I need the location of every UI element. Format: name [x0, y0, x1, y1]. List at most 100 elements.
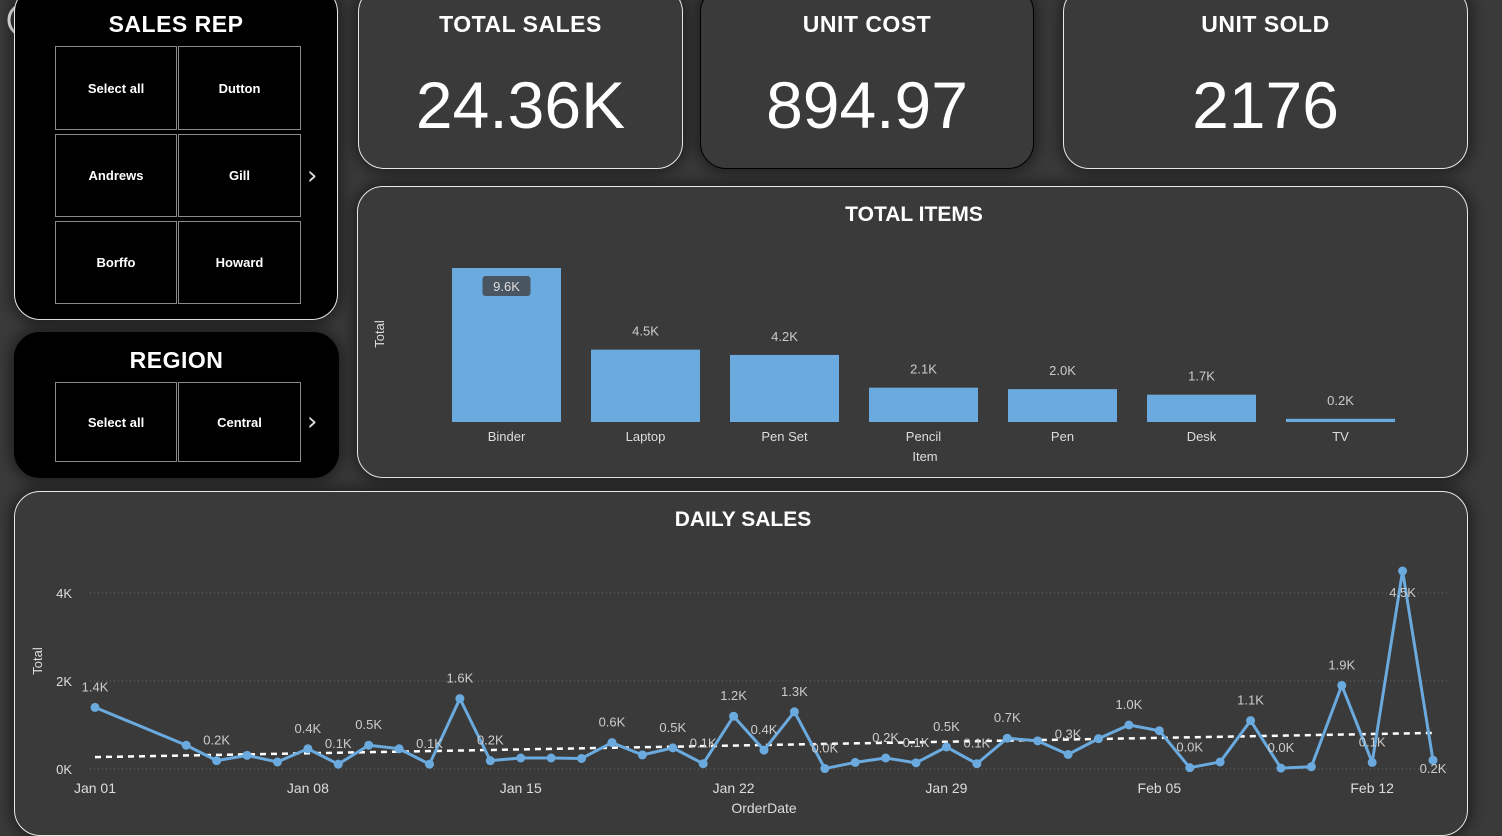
category-label: Pencil — [906, 429, 942, 444]
x-axis-label: OrderDate — [731, 800, 797, 816]
x-tick-label: Jan 15 — [500, 780, 542, 796]
kpi-unit-sold: UNIT SOLD 2176 — [1063, 0, 1468, 169]
data-label: 1.9K — [1328, 657, 1355, 672]
data-point — [1337, 680, 1347, 690]
x-tick-label: Jan 29 — [925, 780, 967, 796]
data-label: 0.3K — [1055, 726, 1082, 741]
data-point — [698, 759, 708, 769]
kpi-label: UNIT SOLD — [1201, 11, 1330, 37]
data-label: 0.2K — [1327, 393, 1354, 408]
data-label: 0.4K — [294, 721, 321, 736]
region-option-select-all[interactable]: Select all — [55, 382, 177, 462]
data-point — [911, 758, 921, 768]
data-point — [1246, 716, 1256, 726]
data-label: 4.5K — [632, 324, 659, 339]
y-axis-label: Total — [372, 320, 387, 348]
data-point — [1002, 733, 1012, 743]
chart-title: TOTAL ITEMS — [845, 203, 983, 226]
kpi-value: 2176 — [1192, 68, 1339, 142]
category-label: Pen Set — [761, 429, 808, 444]
bar — [591, 349, 700, 422]
data-point — [1063, 749, 1073, 759]
data-label: 2.1K — [910, 362, 937, 377]
x-tick-label: Jan 01 — [74, 780, 116, 796]
data-label: 0.2K — [872, 730, 899, 745]
data-label: 0.2K — [1420, 761, 1447, 776]
sales-rep-option-andrews[interactable]: Andrews — [55, 134, 177, 217]
bar — [869, 387, 978, 422]
data-point — [881, 753, 891, 763]
sales-rep-option-gill[interactable]: Gill — [178, 134, 301, 217]
y-axis-label: Total — [30, 647, 45, 675]
data-point — [1033, 736, 1043, 746]
sales-rep-slicer: SALES REP Select all Dutton Andrews Gill… — [14, 0, 338, 320]
region-title: REGION — [129, 347, 224, 373]
data-point — [607, 738, 617, 748]
data-label: 0.1K — [416, 736, 443, 751]
data-label: 0.1K — [690, 736, 717, 751]
category-label: TV — [1332, 429, 1349, 444]
data-label: 0.6K — [599, 715, 626, 730]
data-label: 0.1K — [325, 736, 352, 751]
chevron-right-icon[interactable]: › — [307, 407, 317, 437]
region-slicer: REGION Select all Central › — [14, 332, 339, 478]
sales-rep-option-howard[interactable]: Howard — [178, 221, 301, 304]
data-point — [303, 744, 313, 754]
data-label: 0.0K — [811, 741, 838, 756]
category-label: Binder — [488, 429, 526, 444]
x-tick-label: Feb 12 — [1350, 780, 1394, 796]
data-label: 0.7K — [994, 710, 1021, 725]
data-label: 0.2K — [203, 733, 230, 748]
data-point — [90, 702, 100, 712]
daily-sales-card: DAILY SALES Total OrderDate 0K 2K 4K Jan 01… — [14, 491, 1468, 836]
data-point — [1306, 762, 1316, 772]
data-label: 0.1K — [963, 736, 990, 751]
kpi-unit-cost: UNIT COST 894.97 — [700, 0, 1034, 169]
kpi-value: 894.97 — [766, 68, 968, 142]
chevron-right-icon[interactable]: › — [307, 161, 317, 191]
data-label: 2.0K — [1049, 363, 1076, 378]
data-point — [729, 711, 739, 721]
data-label: 0.1K — [1359, 734, 1386, 749]
data-label: 0.5K — [933, 719, 960, 734]
data-label: 0.5K — [659, 720, 686, 735]
data-label: 1.4K — [82, 679, 109, 694]
data-point — [242, 750, 252, 760]
data-point — [1215, 757, 1225, 767]
data-label: 0.4K — [751, 722, 778, 737]
kpi-total-sales: TOTAL SALES 24.36K — [358, 0, 683, 169]
data-label: 0.5K — [355, 717, 382, 732]
data-point — [181, 740, 191, 750]
kpi-label: TOTAL SALES — [439, 11, 602, 37]
data-point — [1154, 726, 1164, 736]
data-point — [789, 707, 799, 717]
data-point — [546, 753, 556, 763]
data-label: 0.0K — [1176, 740, 1203, 755]
data-point — [850, 757, 860, 767]
total-items-chart: TOTAL ITEMS Total Item 9.6K Binder 4.5K Lap… — [372, 203, 1395, 464]
sales-line — [94, 569, 1435, 771]
sales-rep-option-select-all[interactable]: Select all — [55, 46, 177, 130]
data-point — [212, 756, 222, 766]
data-point — [1185, 763, 1195, 773]
x-tick-label: Jan 08 — [287, 780, 329, 796]
data-label: 1.3K — [781, 684, 808, 699]
data-point — [1094, 734, 1103, 744]
data-point — [941, 742, 951, 752]
sales-rep-option-dutton[interactable]: Dutton — [178, 46, 301, 130]
kpi-value: 24.36K — [415, 68, 626, 142]
y-tick-label: 0K — [56, 762, 72, 777]
data-point — [364, 740, 374, 750]
data-label: 1.7K — [1188, 369, 1215, 384]
data-label: 9.6K — [493, 279, 520, 294]
data-point — [1276, 763, 1286, 773]
data-point — [637, 750, 647, 760]
data-label: 1.6K — [447, 671, 474, 686]
daily-sales-chart: DAILY SALES Total OrderDate 0K 2K 4K Jan 01… — [30, 508, 1447, 816]
bar — [1008, 389, 1117, 422]
region-option-central[interactable]: Central — [178, 382, 301, 462]
y-tick-label: 2K — [56, 674, 72, 689]
sales-rep-option-borffo[interactable]: Borffo — [55, 221, 177, 304]
category-label: Desk — [1187, 429, 1217, 444]
data-point — [820, 764, 830, 774]
